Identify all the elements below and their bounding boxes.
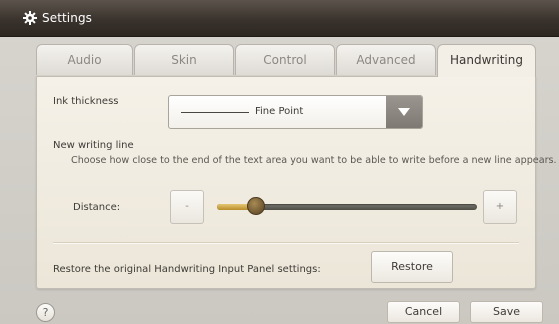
window-title: Settings bbox=[42, 11, 93, 25]
title-bar: Settings bbox=[0, 0, 559, 37]
tab-audio[interactable]: Audio bbox=[36, 44, 133, 75]
tab-advanced[interactable]: Advanced bbox=[336, 44, 436, 75]
ink-thickness-dropdown[interactable]: Fine Point bbox=[168, 95, 423, 129]
tab-skin[interactable]: Skin bbox=[134, 44, 234, 75]
line-sample bbox=[181, 112, 249, 113]
gear-icon bbox=[22, 10, 38, 26]
restore-description: Restore the original Handwriting Input P… bbox=[53, 264, 321, 275]
new-writing-line-heading: New writing line bbox=[53, 140, 134, 151]
tab-control[interactable]: Control bbox=[235, 44, 335, 75]
dropdown-arrow-button[interactable] bbox=[386, 96, 422, 128]
help-button[interactable]: ? bbox=[36, 303, 55, 322]
settings-window: Settings Audio Skin Control Advanced Han… bbox=[0, 0, 559, 324]
tab-handwriting[interactable]: Handwriting bbox=[437, 44, 536, 77]
cancel-button[interactable]: Cancel bbox=[387, 301, 460, 323]
increase-distance-button[interactable]: + bbox=[483, 190, 517, 224]
distance-label: Distance: bbox=[73, 202, 121, 213]
save-button[interactable]: Save bbox=[470, 301, 543, 323]
slider-thumb[interactable] bbox=[247, 197, 265, 215]
chevron-down-icon bbox=[398, 108, 410, 116]
ink-thickness-value: Fine Point bbox=[255, 106, 304, 117]
ink-thickness-label: Ink thickness bbox=[53, 96, 119, 107]
decrease-distance-button[interactable]: - bbox=[170, 190, 204, 224]
new-writing-line-description: Choose how close to the end of the text … bbox=[71, 155, 557, 166]
handwriting-panel: Ink thickness Fine Point New writing lin… bbox=[36, 76, 557, 289]
restore-button[interactable]: Restore bbox=[371, 251, 453, 283]
divider bbox=[53, 242, 519, 244]
